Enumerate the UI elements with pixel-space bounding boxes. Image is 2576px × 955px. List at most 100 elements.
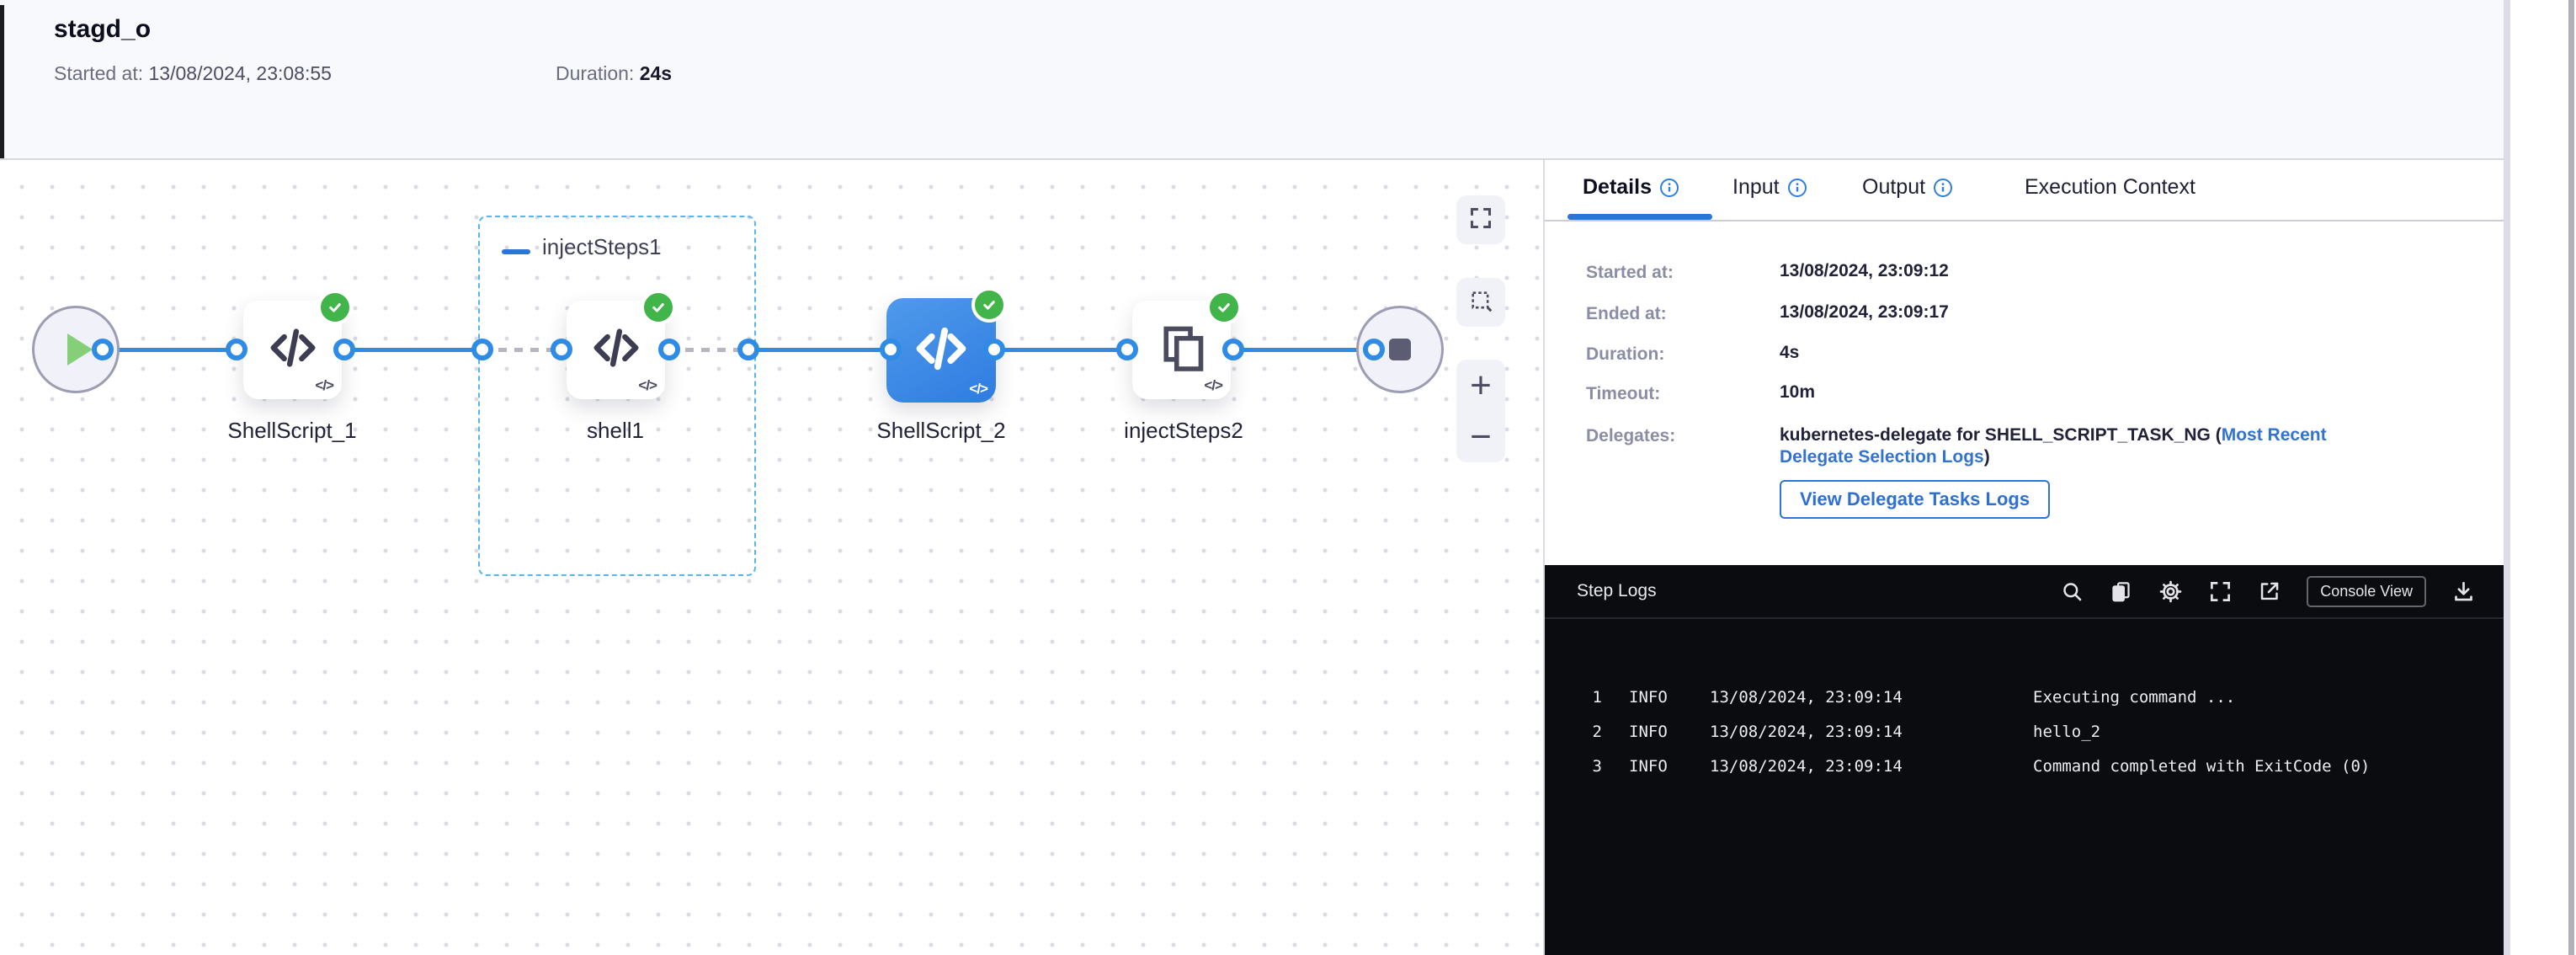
marquee-selection-icon [1469,289,1493,317]
info-icon[interactable] [1787,178,1807,198]
connector-dot[interactable] [92,339,114,360]
connector-dot[interactable] [471,339,493,360]
step-type-glyph: </> [1204,377,1222,394]
console-header: Step Logs Console View [1545,565,2504,619]
group-label[interactable]: injectSteps1 [542,234,662,260]
log-line-number: 1 [1578,688,1602,707]
stage-title: stagd_o [54,15,151,44]
connector-dot[interactable] [983,339,1005,360]
zoom-in-button[interactable]: + [1456,360,1505,411]
log-line-number: 2 [1578,723,1602,741]
fit-to-screen-button[interactable] [1456,195,1505,244]
edge-shell1-to-groupend [669,348,748,352]
step-type-glyph: </> [969,381,987,397]
fullscreen-icon [1469,206,1493,234]
fullscreen-icon[interactable] [2209,580,2232,603]
duration-label: Duration: [556,62,634,84]
success-check-icon [641,290,676,325]
success-check-icon [317,290,353,325]
log-line-number: 3 [1578,757,1602,776]
edge-group-to-shell1 [482,348,562,352]
step-type-glyph: </> [315,377,333,394]
shell-script-icon [267,322,319,378]
started-at-label: Started at: [54,62,143,84]
shell-script-icon [590,322,642,378]
stage-started-at: Started at: 13/08/2024, 23:08:55 [54,62,332,85]
step-label-shellscript1[interactable]: ShellScript_1 [191,418,393,444]
delegates-value: kubernetes-delegate for SHELL_SCRIPT_TAS… [1780,424,2335,468]
search-icon[interactable] [2061,580,2084,603]
active-tab-underline [1567,214,1712,220]
connector-dot[interactable] [333,339,355,360]
copy-icon[interactable] [2110,580,2132,603]
marquee-select-button[interactable] [1456,278,1505,327]
delegates-text: kubernetes-delegate for SHELL_SCRIPT_TAS… [1780,425,2222,445]
detail-label: Timeout: [1586,384,1763,404]
detail-label: Ended at: [1586,304,1763,324]
connector-dot[interactable] [880,339,902,360]
tab-execution-context[interactable]: Execution Context [2025,175,2195,200]
stage-duration: Duration: 24s [556,62,672,85]
detail-value: 10m [1780,382,1815,403]
step-label-shellscript2[interactable]: ShellScript_2 [840,418,1042,444]
detail-value: 13/08/2024, 23:09:17 [1780,302,1949,323]
step-node-shell1[interactable]: </> [567,301,665,399]
step-node-shellscript1[interactable]: </> [243,301,342,399]
log-line: 1 INFO 13/08/2024, 23:09:14 Executing co… [1545,688,2504,713]
step-logs-console: Step Logs Console View [1545,565,2504,955]
info-icon[interactable] [1933,178,1953,198]
connector-dot[interactable] [1116,339,1138,360]
edge-shellscript1-to-group [344,348,482,352]
connector-dot[interactable] [1363,339,1385,360]
connector-dot[interactable] [1222,339,1244,360]
collapse-group-icon[interactable] [502,244,530,259]
success-check-icon [1206,290,1242,325]
edge-injectsteps2-to-end [1233,348,1374,352]
shell-script-icon [913,320,970,381]
step-type-glyph: </> [638,377,657,394]
pipeline-canvas[interactable]: injectSteps1 [0,160,1543,955]
console-view-button[interactable]: Console View [2307,576,2426,607]
connector-dot[interactable] [737,339,759,360]
tab-output[interactable]: Output [1862,175,1953,200]
step-node-shellscript2-selected[interactable]: </> [886,298,996,403]
open-in-new-icon[interactable] [2258,580,2281,603]
detail-value: 4s [1780,343,1799,363]
log-message: hello_2 [2033,723,2100,741]
step-node-injectsteps2[interactable]: </> [1132,301,1231,399]
log-level: INFO [1629,757,1668,776]
tab-details[interactable]: Details [1583,175,1679,200]
zoom-out-button[interactable]: − [1456,411,1505,462]
tab-input[interactable]: Input [1732,175,1807,200]
tab-output-label: Output [1862,175,1925,200]
zoom-controls: + − [1456,360,1505,462]
download-icon[interactable] [2452,580,2475,603]
group-steps-icon [1157,323,1207,377]
pipeline-execution-page: stagd_o Started at: 13/08/2024, 23:08:55… [0,0,2576,955]
log-level: INFO [1629,688,1668,707]
details-tabs: Details Input Output Execution Context [1545,160,2504,221]
settings-gear-icon[interactable] [2158,579,2183,604]
info-icon[interactable] [1659,178,1679,198]
log-line: 2 INFO 13/08/2024, 23:09:14 hello_2 [1545,723,2504,748]
delegates-text-suffix: ) [1984,447,1990,467]
step-label-shell1[interactable]: shell1 [514,418,716,444]
left-nav-edge [0,5,4,158]
connector-dot[interactable] [658,339,680,360]
log-line: 3 INFO 13/08/2024, 23:09:14 Command comp… [1545,757,2504,782]
tab-details-label: Details [1583,175,1652,200]
detail-value: 13/08/2024, 23:09:12 [1780,261,1949,281]
tab-execution-context-label: Execution Context [2025,175,2195,200]
console-title: Step Logs [1577,581,1657,601]
connector-dot[interactable] [226,339,247,360]
view-delegate-tasks-logs-button[interactable]: View Delegate Tasks Logs [1780,480,2050,519]
play-icon [67,333,93,365]
log-timestamp: 13/08/2024, 23:09:14 [1710,688,1903,707]
duration-value: 24s [640,62,672,84]
window-scrollbar[interactable] [2568,0,2574,955]
console-toolbar: Console View [2061,565,2475,617]
log-message: Command completed with ExitCode (0) [2033,757,2370,776]
step-label-injectsteps2[interactable]: injectSteps2 [1083,418,1285,444]
connector-dot[interactable] [551,339,572,360]
log-timestamp: 13/08/2024, 23:09:14 [1710,723,1903,741]
